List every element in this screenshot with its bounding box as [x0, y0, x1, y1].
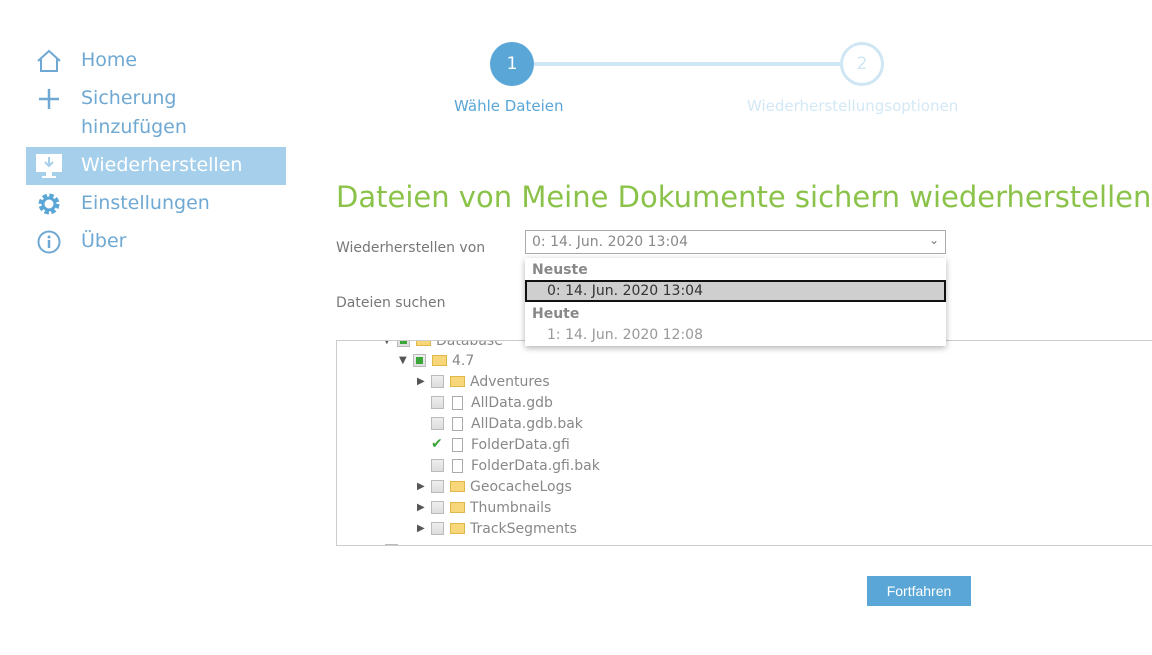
folder-icon: [432, 355, 447, 366]
gear-icon: [34, 189, 64, 218]
tree-label: Adventures: [470, 373, 550, 390]
sidebar-item-label: Home: [81, 49, 138, 71]
checkbox[interactable]: [431, 396, 444, 409]
collapse-arrow-icon[interactable]: ▼: [383, 341, 397, 346]
expand-arrow-icon[interactable]: ▶: [417, 481, 431, 492]
tree-label: Database: [436, 340, 503, 349]
file-icon: [452, 416, 463, 431]
home-icon: [34, 46, 64, 75]
step-connector: [534, 62, 840, 66]
expand-arrow-icon[interactable]: ▶: [417, 376, 431, 387]
info-icon: [34, 227, 64, 256]
sidebar-item-add-backup[interactable]: Sicherung hinzufügen: [26, 80, 286, 147]
checkbox[interactable]: [431, 480, 444, 493]
tree-row[interactable]: ▶ Thumbnails: [417, 497, 551, 518]
plus-icon: [34, 84, 64, 113]
tree-label: Thumbnails: [470, 499, 552, 516]
checkbox[interactable]: [431, 417, 444, 430]
search-files-label: Dateien suchen: [336, 295, 446, 311]
tree-label: AllData.gdb.bak: [471, 415, 583, 432]
restore-from-select[interactable]: 0: 14. Jun. 2020 13:04 ⌄: [525, 230, 946, 254]
tree-row[interactable]: ✔ FolderData.gfi: [417, 434, 570, 455]
folder-icon: [450, 523, 465, 534]
folder-icon: [416, 341, 431, 346]
sidebar-nav: Home Sicherung hinzufügen Wiederherstell…: [26, 42, 286, 261]
folder-icon: [450, 376, 465, 387]
sidebar-item-restore[interactable]: Wiederherstellen: [26, 147, 286, 185]
step-2-circle: 2: [840, 42, 884, 86]
monitor-download-icon: [34, 151, 64, 180]
tree-row[interactable]: ▶ GeocacheLogs: [417, 476, 572, 497]
checkmark-icon[interactable]: ✔: [431, 437, 444, 451]
tree-row[interactable]: ▼ 4.7: [399, 350, 474, 371]
restore-from-label: Wiederherstellen von: [336, 240, 486, 256]
dropdown-option[interactable]: 1: 14. Jun. 2020 12:08: [525, 324, 946, 346]
file-tree[interactable]: ▼ Database ▼ 4.7 ▶ Adventures AllData.gdb A…: [336, 340, 1152, 546]
step-1-label: Wähle Dateien: [454, 97, 564, 115]
dropdown-option[interactable]: 0: 14. Jun. 2020 13:04: [525, 280, 946, 302]
sidebar-item-settings[interactable]: Einstellungen: [26, 185, 286, 223]
file-icon: [452, 395, 463, 410]
sidebar-item-home[interactable]: Home: [26, 42, 286, 80]
checkbox[interactable]: [431, 522, 444, 535]
tree-row[interactable]: AllData.gdb: [417, 392, 553, 413]
tree-label: TrackSegments: [470, 520, 577, 537]
continue-button[interactable]: Fortfahren: [867, 576, 971, 606]
tree-row[interactable]: ▶ Adventures: [417, 371, 550, 392]
tree-row[interactable]: AllData.gdb.bak: [417, 413, 583, 434]
expand-arrow-icon[interactable]: ▶: [417, 523, 431, 534]
option-group-label: Neuste: [532, 262, 588, 278]
sidebar-item-about[interactable]: Über: [26, 223, 286, 261]
wizard-steps: 1 2 Wähle Dateien Wiederherstellungsopti…: [450, 42, 990, 122]
step-2-label: Wiederherstellungsoptionen: [747, 97, 959, 115]
sidebar-item-label: Über: [81, 230, 127, 252]
tree-label: GeocacheLogs: [470, 478, 572, 495]
tree-row[interactable]: ▶ TrackSegments: [417, 518, 577, 539]
chevron-down-icon: ⌄: [928, 233, 939, 247]
tree-row[interactable]: FolderData.gfi.bak: [417, 455, 600, 476]
tree-label: FolderData.gfi.bak: [471, 457, 600, 474]
tree-label: AllData.gdb: [471, 394, 553, 411]
option-group-label: Heute: [532, 306, 580, 322]
expand-arrow-icon[interactable]: ▶: [417, 502, 431, 513]
checkbox[interactable]: [431, 375, 444, 388]
checkbox[interactable]: [397, 341, 410, 347]
page-title: Dateien von Meine Dokumente sichern wied…: [336, 180, 1152, 214]
restore-from-dropdown: Neuste 0: 14. Jun. 2020 13:04 Heute 1: 1…: [525, 258, 946, 346]
checkbox[interactable]: [413, 354, 426, 367]
collapse-arrow-icon[interactable]: ▼: [399, 355, 413, 366]
sidebar-item-label: Einstellungen: [81, 192, 210, 214]
step-1-circle: 1: [490, 42, 534, 86]
sidebar-item-label: Wiederherstellen: [81, 154, 243, 176]
checkbox[interactable]: [431, 459, 444, 472]
folder-icon: [450, 502, 465, 513]
tree-label: FolderData.gfi: [471, 436, 570, 453]
checkbox[interactable]: [431, 501, 444, 514]
tree-row-clipped[interactable]: [385, 540, 404, 545]
select-value: 0: 14. Jun. 2020 13:04: [532, 234, 688, 250]
file-icon: [452, 458, 463, 473]
folder-icon: [450, 481, 465, 492]
checkbox[interactable]: [385, 544, 398, 545]
tree-label: 4.7: [452, 352, 475, 369]
sidebar-item-label: Sicherung hinzufügen: [81, 87, 187, 138]
file-icon: [452, 437, 463, 452]
